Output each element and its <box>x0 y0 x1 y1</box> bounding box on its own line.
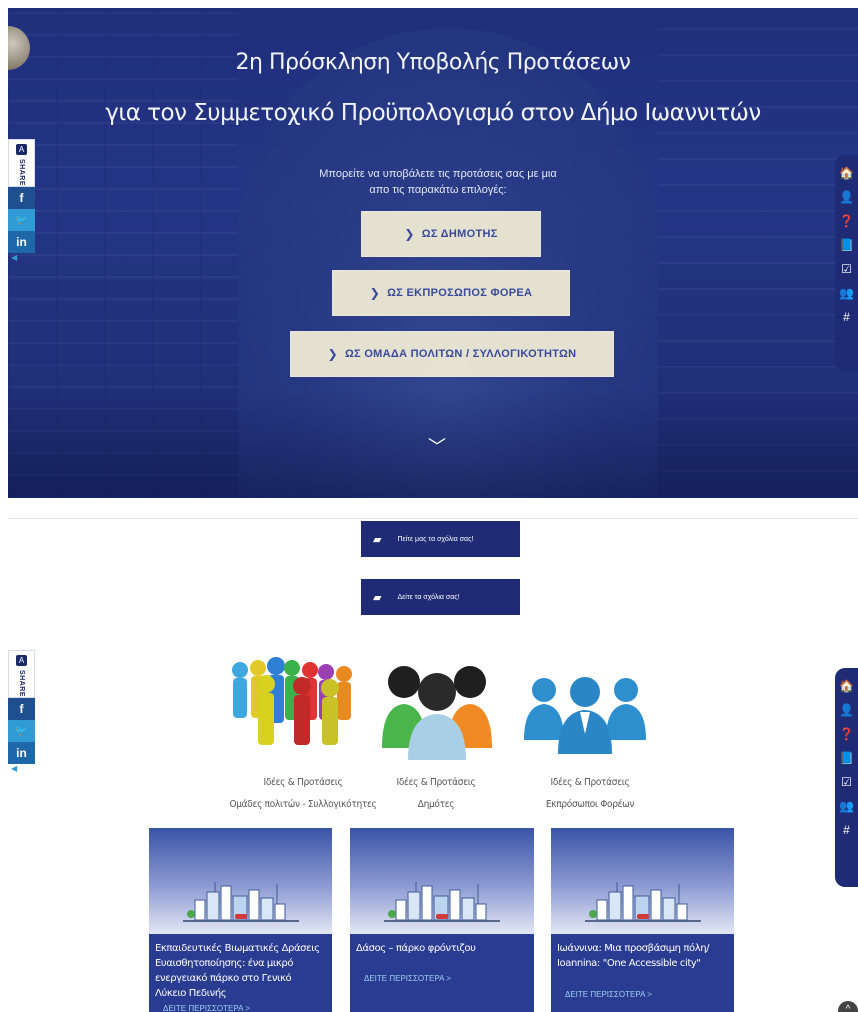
group-icon[interactable]: 👥 <box>835 281 858 305</box>
city-illustration <box>149 828 332 934</box>
scroll-to-top-button[interactable]: ^ <box>838 1001 858 1012</box>
share-header[interactable]: A SHARE <box>8 139 35 187</box>
help-icon[interactable]: ❓ <box>835 209 858 233</box>
twitter-share-button[interactable]: 🐦 <box>8 720 35 742</box>
category-representatives-line2: Εκπρόσωποι Φορέων <box>545 799 635 810</box>
hashtag-icon[interactable]: # <box>835 305 858 329</box>
hero-banner: 2η Πρόσκληση Υποβολής Προτάσεων για τον … <box>8 8 858 498</box>
twitter-icon: 🐦 <box>15 725 28 737</box>
book-icon[interactable]: 📘 <box>835 233 858 257</box>
view-comments-label: Δείτε τα σχόλια σας! <box>397 593 460 601</box>
category-representatives-label[interactable]: Ιδέες & Προτάσεις Εκπρόσωποι Φορέων <box>490 772 690 816</box>
citizens-illustration[interactable] <box>380 656 496 760</box>
twitter-icon: 🐦 <box>15 214 28 226</box>
read-more-link[interactable]: ΔΕΙΤΕ ΠΕΡΙΣΣΟΤΕΡΑ > <box>551 990 666 999</box>
facebook-share-button[interactable]: f <box>8 698 35 720</box>
chevron-down-icon[interactable]: ﹀ <box>426 433 448 457</box>
submit-as-citizen-button[interactable]: ❯ ΩΣ ΔΗΜΟΤΗΣ <box>361 211 541 257</box>
proposal-card[interactable]: Ιωάννινα: Μια προσβάσιμη πόλη/ Ioannina:… <box>551 828 734 1012</box>
representatives-illustration[interactable] <box>522 670 652 754</box>
write-comments-label: Πείτε μας τα σχόλια σας! <box>397 535 474 543</box>
checkbox-icon[interactable]: ☑ <box>835 257 858 281</box>
hero-subtitle-line2: απο τις παρακάτω επιλογές: <box>369 184 507 196</box>
hero-title-line1: 2η Πρόσκληση Υποβολής Προτάσεων <box>235 50 631 75</box>
twitter-share-button[interactable]: 🐦 <box>8 209 35 231</box>
read-more-link[interactable]: ΔΕΙΤΕ ΠΕΡΙΣΣΟΤΕΡΑ > <box>149 1004 264 1012</box>
city-illustration <box>551 828 734 934</box>
category-representatives-line1: Ιδέες & Προτάσεις <box>550 777 630 788</box>
proposal-card[interactable]: Δάσος – πάρκο φρόντιζου ΔΕΙΤΕ ΠΕΡΙΣΣΟΤΕΡ… <box>350 828 534 1012</box>
city-skyline-icon <box>584 882 701 922</box>
proposal-card[interactable]: Εκπαιδευτικές Βιωματικές Δράσεις Ευαισθη… <box>149 828 332 1012</box>
facebook-share-button[interactable]: f <box>8 187 35 209</box>
share-bar-sticky: A SHARE f 🐦 in ◀ <box>8 650 35 773</box>
hashtag-icon[interactable]: # <box>835 818 858 842</box>
proposal-card-title: Εκπαιδευτικές Βιωματικές Δράσεις Ευαισθη… <box>155 943 320 999</box>
submit-as-organization-button[interactable]: ❯ ΩΣ ΕΚΠΡΟΣΩΠΟΣ ΦΟΡΕΑ <box>332 270 570 316</box>
share-logo-icon: A <box>16 655 27 666</box>
chevron-right-icon: ❯ <box>327 347 338 361</box>
hero-subtitle: Μπορείτε να υποβάλετε τις προτάσεις σας … <box>298 166 578 198</box>
chevron-right-icon: ❯ <box>369 286 381 300</box>
share-label: SHARE <box>18 159 25 187</box>
share-label: SHARE <box>18 670 25 698</box>
city-skyline-icon <box>182 882 299 922</box>
submit-as-group-label: ΩΣ ΟΜΑΔΑ ΠΟΛΙΤΩΝ / ΣΥΛΛΟΓΙΚΟΤΗΤΩΝ <box>344 348 577 360</box>
submit-as-organization-label: ΩΣ ΕΚΠΡΟΣΩΠΟΣ ΦΟΡΕΑ <box>387 287 533 299</box>
linkedin-share-button[interactable]: in <box>8 231 35 253</box>
checkbox-icon[interactable]: ☑ <box>835 770 858 794</box>
right-quick-nav-sticky: 🏠 👤 ❓ 📘 ☑ 👥 # <box>835 668 858 887</box>
hero-subtitle-line1: Μπορείτε να υποβάλετε τις προτάσεις σας … <box>319 168 557 180</box>
group-people-illustration[interactable] <box>226 656 358 754</box>
home-icon[interactable]: 🏠 <box>835 161 858 185</box>
collapse-share-icon[interactable]: ◀ <box>8 764 35 773</box>
user-icon[interactable]: 👤 <box>835 185 858 209</box>
user-icon[interactable]: 👤 <box>835 698 858 722</box>
view-comments-button[interactable]: ▰ Δείτε τα σχόλια σας! <box>361 579 520 615</box>
book-icon: ▰ <box>373 591 382 604</box>
book-icon[interactable]: 📘 <box>835 746 858 770</box>
chevron-right-icon: ❯ <box>404 227 415 241</box>
collapse-share-icon[interactable]: ◀ <box>8 253 35 262</box>
book-icon: ▰ <box>373 533 382 546</box>
submit-as-group-button[interactable]: ❯ ΩΣ ΟΜΑΔΑ ΠΟΛΙΤΩΝ / ΣΥΛΛΟΓΙΚΟΤΗΤΩΝ <box>290 331 614 377</box>
proposal-card-title: Ιωάννινα: Μια προσβάσιμη πόλη/ Ioannina:… <box>557 943 710 969</box>
write-comments-button[interactable]: ▰ Πείτε μας τα σχόλια σας! <box>361 521 520 557</box>
home-icon[interactable]: 🏠 <box>835 674 858 698</box>
help-icon[interactable]: ❓ <box>835 722 858 746</box>
share-bar: A SHARE f 🐦 in ◀ <box>8 139 35 262</box>
city-illustration <box>350 828 534 934</box>
proposal-card-title: Δάσος – πάρκο φρόντιζου <box>356 943 476 954</box>
share-logo-icon: A <box>16 144 27 155</box>
linkedin-share-button[interactable]: in <box>8 742 35 764</box>
group-icon[interactable]: 👥 <box>835 794 858 818</box>
read-more-link[interactable]: ΔΕΙΤΕ ΠΕΡΙΣΣΟΤΕΡΑ > <box>350 974 465 983</box>
submit-as-citizen-label: ΩΣ ΔΗΜΟΤΗΣ <box>421 228 498 240</box>
divider <box>8 518 858 519</box>
right-quick-nav: 🏠 👤 ❓ 📘 ☑ 👥 # <box>835 155 858 372</box>
city-skyline-icon <box>384 882 500 922</box>
hero-title-line2: για τον Συμμετοχικό Προϋπολογισμό στον Δ… <box>105 100 761 126</box>
share-header[interactable]: A SHARE <box>8 650 35 698</box>
